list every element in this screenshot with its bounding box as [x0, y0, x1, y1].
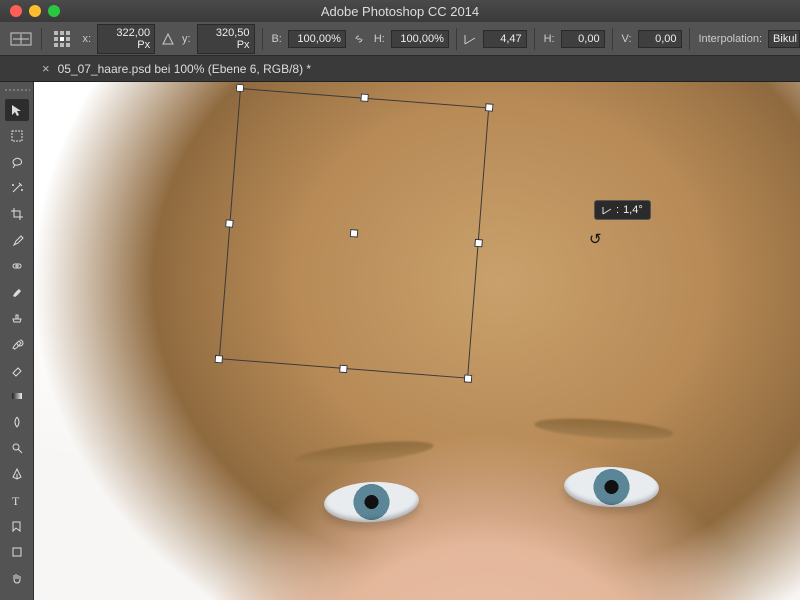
healing-brush-tool[interactable] [5, 255, 29, 277]
vskew-input[interactable]: 0,00 [638, 30, 682, 48]
move-tool[interactable] [5, 99, 29, 121]
transform-handle-tl[interactable] [236, 84, 245, 93]
transform-handle-ml[interactable] [225, 219, 234, 228]
svg-text:T: T [12, 494, 20, 507]
gradient-tool[interactable] [5, 385, 29, 407]
transform-bounding-box[interactable] [219, 88, 489, 379]
transform-handle-tr[interactable] [485, 103, 494, 112]
dodge-tool[interactable] [5, 437, 29, 459]
workspace: T : 1,4° ↺ [0, 82, 800, 600]
window-titlebar: Adobe Photoshop CC 2014 [0, 0, 800, 22]
hskew-input[interactable]: 0,00 [561, 30, 605, 48]
link-icon[interactable] [352, 32, 366, 46]
interpolation-label: Interpolation: [698, 33, 762, 45]
transform-preset-icon[interactable] [8, 29, 34, 49]
transform-handle-tm[interactable] [360, 93, 369, 102]
rotate-tooltip: : 1,4° [594, 200, 651, 220]
height-label: H: [374, 33, 385, 45]
marquee-tool[interactable] [5, 125, 29, 147]
pen-tool[interactable] [5, 463, 29, 485]
path-selection-tool[interactable] [5, 515, 29, 537]
vskew-label: V: [622, 33, 632, 45]
window-controls [0, 5, 60, 17]
transform-handle-bm[interactable] [339, 365, 348, 374]
delta-icon [161, 29, 174, 49]
eraser-tool[interactable] [5, 359, 29, 381]
y-label: y: [182, 33, 191, 45]
clone-stamp-tool[interactable] [5, 307, 29, 329]
tab-close-button[interactable]: × [42, 61, 50, 76]
width-label: B: [271, 33, 281, 45]
transform-center-point[interactable] [350, 229, 359, 238]
toolbar-grip[interactable] [4, 88, 30, 93]
lasso-tool[interactable] [5, 151, 29, 173]
brush-tool[interactable] [5, 281, 29, 303]
zoom-window-button[interactable] [48, 5, 60, 17]
history-brush-tool[interactable] [5, 333, 29, 355]
x-label: x: [83, 33, 92, 45]
height-input[interactable]: 100,00% [391, 30, 449, 48]
eyedropper-tool[interactable] [5, 229, 29, 251]
rotate-tooltip-value: 1,4° [623, 204, 643, 216]
angle-icon [464, 29, 477, 49]
rotate-cursor-icon: ↺ [589, 230, 602, 248]
app-title: Adobe Photoshop CC 2014 [321, 4, 479, 19]
reference-point-icon[interactable] [49, 29, 75, 49]
blur-tool[interactable] [5, 411, 29, 433]
transform-handle-br[interactable] [464, 374, 473, 383]
crop-tool[interactable] [5, 203, 29, 225]
shape-tool[interactable] [5, 541, 29, 563]
close-window-button[interactable] [10, 5, 22, 17]
angle-icon [602, 205, 612, 215]
transform-handle-mr[interactable] [474, 239, 483, 248]
document-tab-bar: × 05_07_haare.psd bei 100% (Ebene 6, RGB… [0, 56, 800, 82]
angle-input[interactable]: 4,47 [483, 30, 527, 48]
x-input[interactable]: 322,00 Px [97, 24, 155, 54]
document-tab-label[interactable]: 05_07_haare.psd bei 100% (Ebene 6, RGB/8… [58, 62, 312, 76]
transform-handle-bl[interactable] [215, 355, 224, 364]
tools-panel: T [0, 82, 34, 600]
magic-wand-tool[interactable] [5, 177, 29, 199]
hskew-label: H: [544, 33, 555, 45]
options-bar: x: 322,00 Px y: 320,50 Px B: 100,00% H: … [0, 22, 800, 56]
width-input[interactable]: 100,00% [288, 30, 346, 48]
type-tool[interactable]: T [5, 489, 29, 511]
hand-tool[interactable] [5, 567, 29, 589]
document-canvas[interactable]: : 1,4° ↺ [34, 82, 800, 600]
minimize-window-button[interactable] [29, 5, 41, 17]
y-input[interactable]: 320,50 Px [197, 24, 255, 54]
interpolation-select[interactable]: Bikul [768, 30, 800, 48]
